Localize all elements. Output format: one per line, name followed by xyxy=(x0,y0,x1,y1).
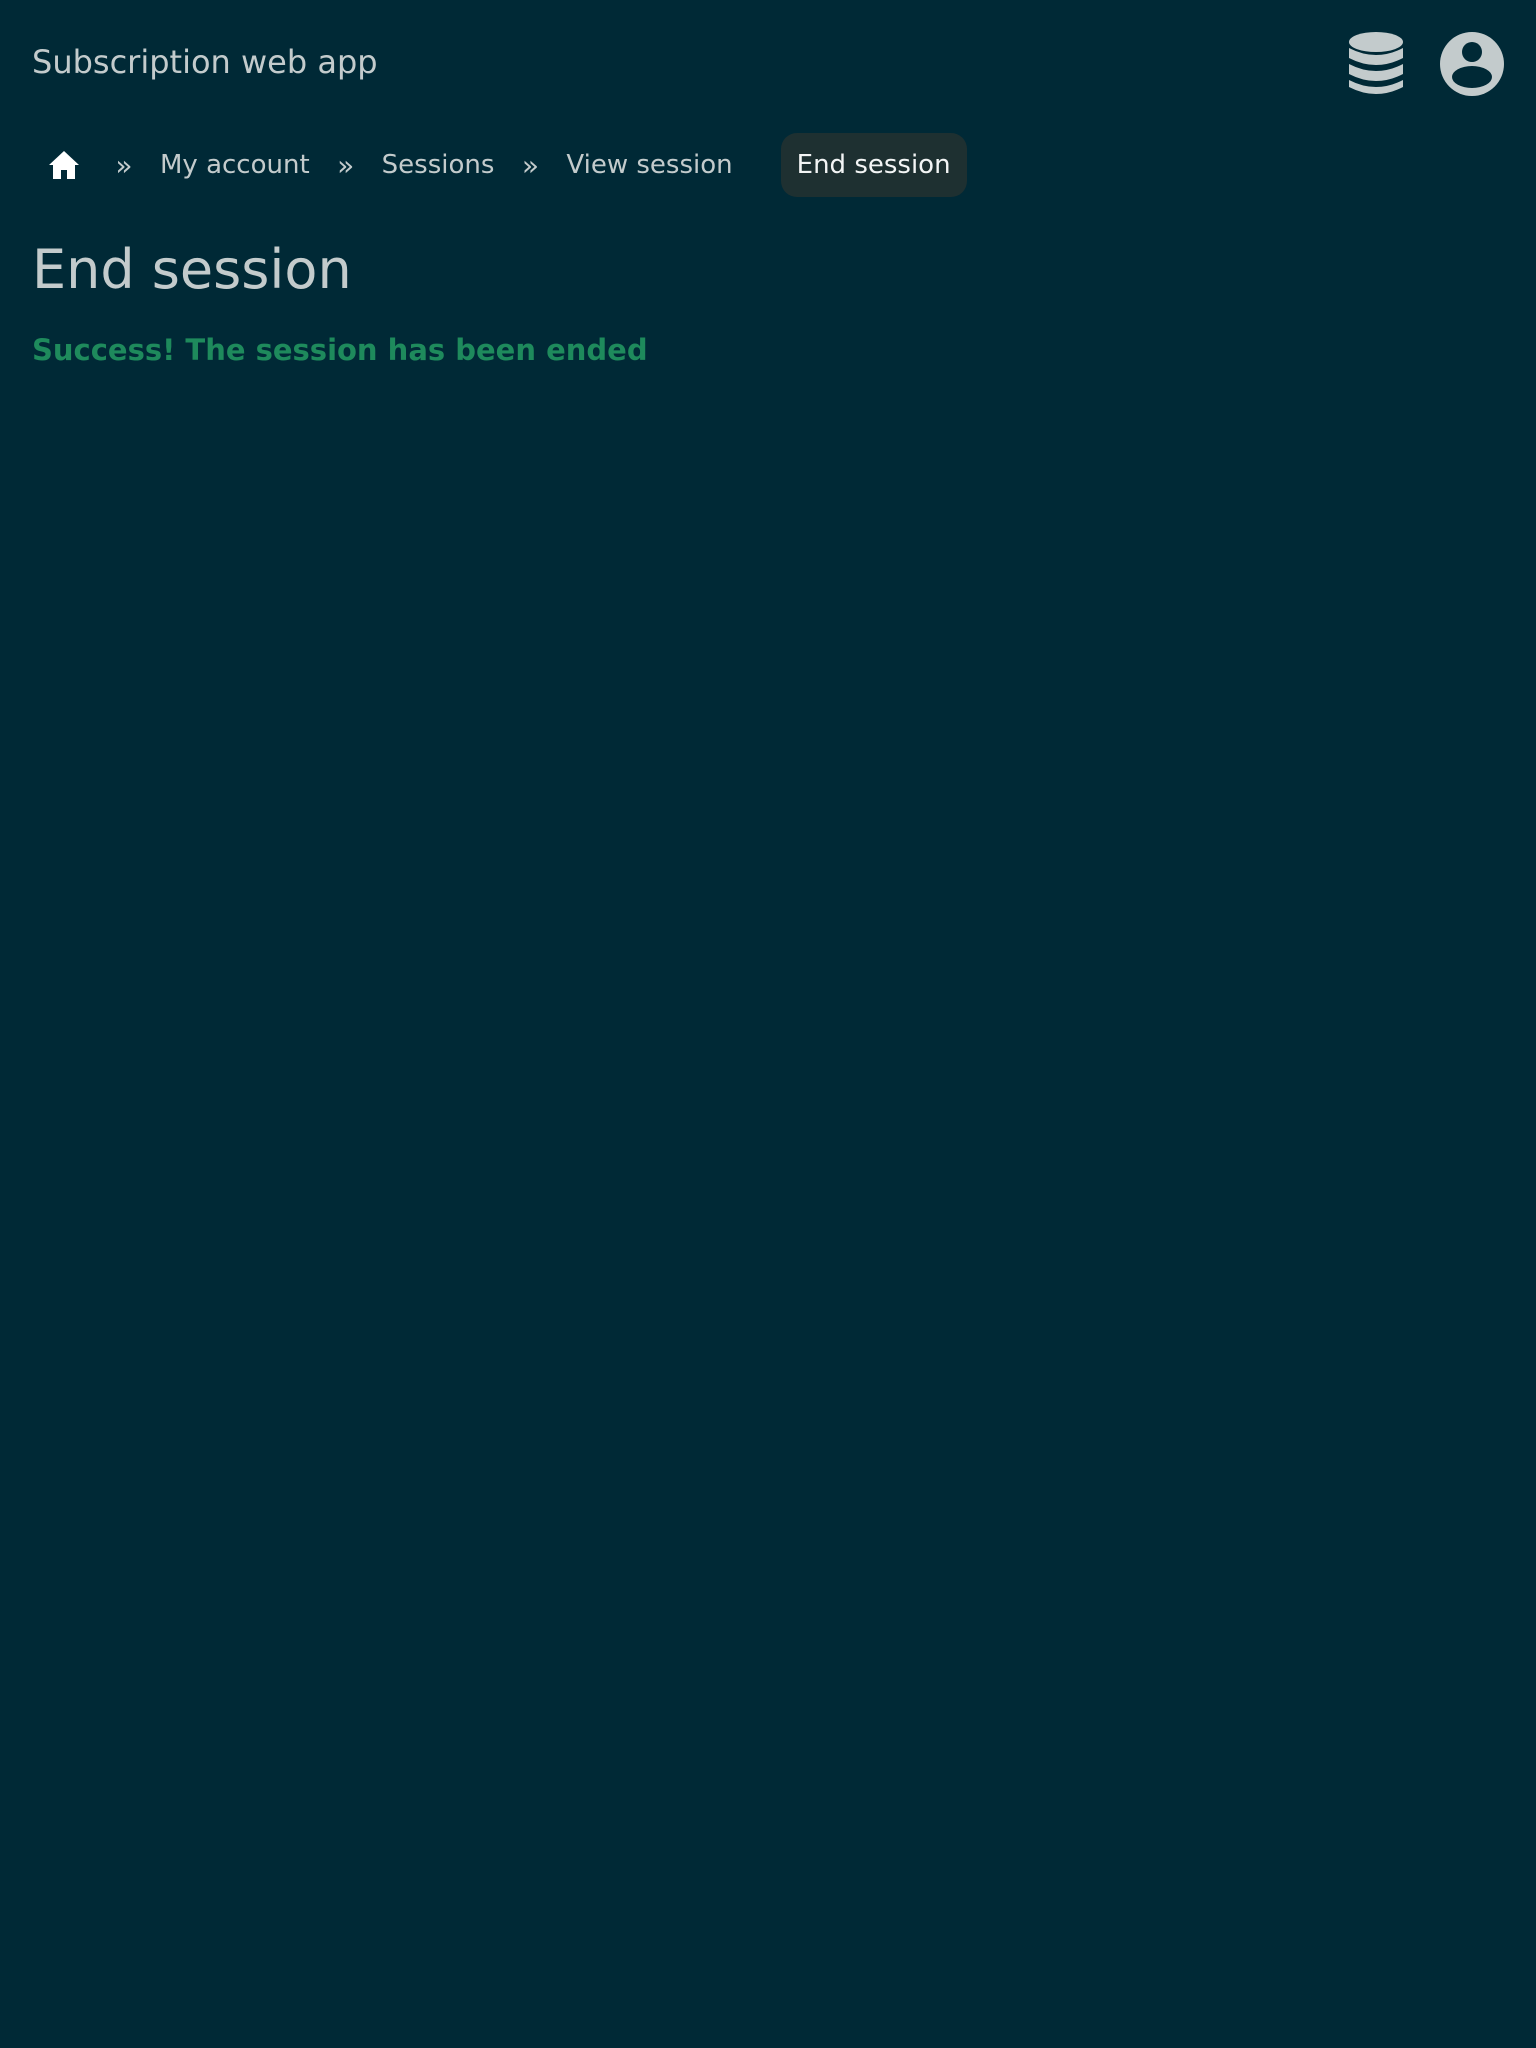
user-circle-icon[interactable] xyxy=(1436,28,1508,100)
success-message: Success! The session has been ended xyxy=(32,333,648,367)
breadcrumb-view-session[interactable]: View session xyxy=(558,150,740,180)
breadcrumb-my-account[interactable]: My account xyxy=(152,150,318,180)
breadcrumb: » My account » Sessions » View session E… xyxy=(32,132,967,198)
top-bar: Subscription web app xyxy=(0,0,1536,128)
app-title[interactable]: Subscription web app xyxy=(32,42,378,82)
breadcrumb-separator: » xyxy=(337,148,355,182)
breadcrumb-end-session[interactable]: End session xyxy=(780,133,967,197)
breadcrumb-home[interactable] xyxy=(32,132,96,198)
home-icon xyxy=(49,151,79,179)
breadcrumb-sessions[interactable]: Sessions xyxy=(374,150,503,180)
breadcrumb-separator: » xyxy=(521,148,539,182)
breadcrumb-separator: » xyxy=(115,148,133,182)
database-icon[interactable] xyxy=(1340,28,1412,100)
page-title: End session xyxy=(32,238,352,301)
